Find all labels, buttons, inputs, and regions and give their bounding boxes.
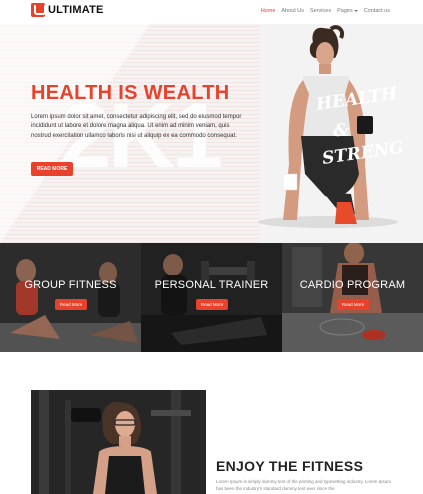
about-image bbox=[31, 390, 206, 494]
feature-card-cardio-program[interactable]: CARDIO PROGRAM Read More bbox=[282, 243, 423, 352]
nav-item-contact[interactable]: Contact us bbox=[364, 8, 390, 14]
feature-overlay bbox=[141, 243, 282, 352]
personal-trainer-read-more-button[interactable]: Read More bbox=[196, 299, 228, 310]
brand-logo[interactable]: ULTIMATE bbox=[31, 3, 104, 17]
main-nav: Home About Us Services Pages Contact us bbox=[261, 8, 390, 14]
navbar: ULTIMATE Home About Us Services Pages Co… bbox=[0, 0, 423, 24]
hero-read-more-button[interactable]: READ MORE bbox=[31, 162, 73, 176]
nav-item-services[interactable]: Services bbox=[310, 8, 331, 14]
about-paragraph: Lorem Ipsum is simply dummy text of the … bbox=[216, 479, 391, 491]
feature-card-group-fitness[interactable]: GROUP FITNESS Read More bbox=[0, 243, 141, 352]
nav-item-pages[interactable]: Pages bbox=[337, 8, 358, 14]
image-lettering-ampersand: & bbox=[333, 120, 350, 141]
feature-card-personal-trainer[interactable]: PERSONAL TRAINER Read More bbox=[141, 243, 282, 352]
group-fitness-read-more-button[interactable]: Read More bbox=[55, 299, 87, 310]
cardio-program-read-more-button[interactable]: Read More bbox=[337, 299, 369, 310]
nav-item-about[interactable]: About Us bbox=[281, 8, 304, 14]
about-title: ENJOY THE FITNESS bbox=[216, 458, 364, 474]
hero-paragraph: Lorem ipsum dolor sit amet, consectetur … bbox=[31, 114, 242, 139]
nav-item-pages-label: Pages bbox=[337, 8, 353, 14]
logo-icon bbox=[31, 3, 46, 17]
brand-name: ULTIMATE bbox=[48, 4, 104, 16]
hero-title: HEALTH IS WEALTH bbox=[31, 82, 230, 104]
feature-title: CARDIO PROGRAM bbox=[299, 279, 406, 291]
about-woman-photo bbox=[31, 390, 206, 494]
hero-athlete-image: HEALTH & STRENGTH bbox=[258, 25, 403, 228]
chevron-down-icon bbox=[353, 9, 358, 12]
hero-section: 2K1 HEALTH IS WEALTH Lorem ipsum dolor s… bbox=[0, 24, 423, 243]
feature-title: PERSONAL TRAINER bbox=[154, 279, 269, 291]
feature-title: GROUP FITNESS bbox=[24, 279, 117, 291]
features-strip: GROUP FITNESS Read More PERSONAL TRAINER… bbox=[0, 243, 423, 352]
feature-overlay bbox=[282, 243, 423, 352]
nav-item-home[interactable]: Home bbox=[261, 8, 276, 14]
feature-overlay bbox=[0, 243, 141, 352]
